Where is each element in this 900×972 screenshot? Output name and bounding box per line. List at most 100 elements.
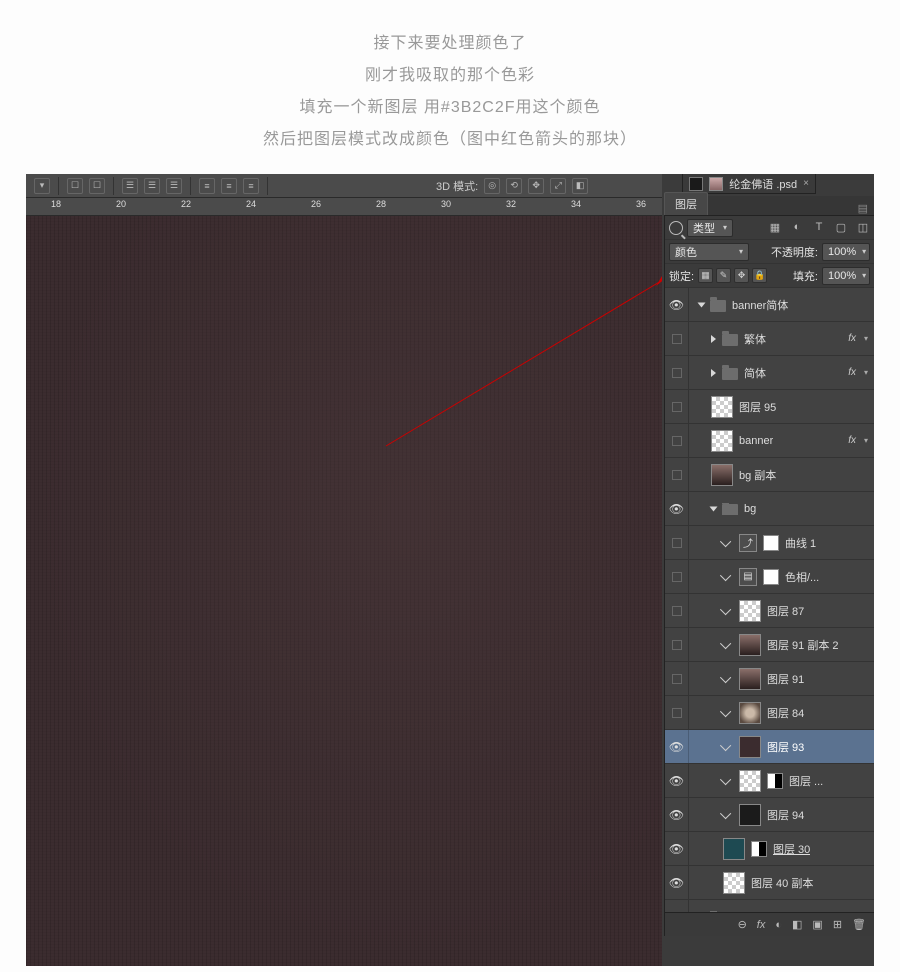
visibility-toggle[interactable] bbox=[665, 900, 689, 912]
filter-type-icon[interactable]: T bbox=[812, 221, 826, 234]
visibility-toggle[interactable] bbox=[665, 424, 689, 457]
visibility-toggle[interactable] bbox=[665, 390, 689, 423]
chevron-down-icon[interactable]: ▾ bbox=[864, 368, 868, 377]
layer-name[interactable]: 图层 91 副本 2 bbox=[767, 637, 839, 653]
layer-name[interactable]: 图层 30 bbox=[773, 841, 810, 857]
disclosure-triangle-icon[interactable] bbox=[710, 506, 718, 511]
layer-row[interactable]: 图层 91 副本 2 bbox=[665, 628, 874, 662]
layer-name[interactable]: 简体 bbox=[744, 365, 766, 381]
layer-thumbnail[interactable] bbox=[739, 804, 761, 826]
opt-icon-2[interactable]: ☐ bbox=[89, 178, 105, 194]
layer-row[interactable]: 👁 图层 93 bbox=[665, 730, 874, 764]
disclosure-triangle-icon[interactable] bbox=[711, 335, 716, 343]
filter-shape-icon[interactable]: ▢ bbox=[834, 221, 848, 234]
trash-icon[interactable]: 🗑 bbox=[852, 918, 866, 931]
layer-mask-thumb[interactable] bbox=[767, 773, 783, 789]
panel-menu-icon[interactable]: ▤ bbox=[858, 202, 874, 215]
layer-row[interactable]: ▤色相/... bbox=[665, 560, 874, 594]
layer-row[interactable]: 👁图层 30 bbox=[665, 832, 874, 866]
visibility-toggle[interactable] bbox=[665, 696, 689, 729]
fx-badge[interactable]: fx bbox=[848, 333, 856, 344]
visibility-toggle[interactable]: 👁 bbox=[665, 492, 689, 525]
disclosure-triangle-icon[interactable] bbox=[698, 302, 706, 307]
layer-name[interactable]: 色相/... bbox=[785, 569, 819, 585]
dist-3-icon[interactable]: ≡ bbox=[243, 178, 259, 194]
chevron-down-icon[interactable]: ▾ bbox=[864, 436, 868, 445]
visibility-toggle[interactable]: 👁 bbox=[665, 866, 689, 899]
visibility-toggle[interactable] bbox=[665, 560, 689, 593]
layer-thumbnail[interactable] bbox=[739, 702, 761, 724]
layer-name[interactable]: bg bbox=[744, 503, 756, 515]
disclosure-triangle-icon[interactable] bbox=[711, 369, 716, 377]
search-icon[interactable] bbox=[669, 221, 683, 235]
lock-transparent-icon[interactable]: ▦ bbox=[698, 268, 713, 283]
visibility-toggle[interactable] bbox=[665, 526, 689, 559]
layer-row[interactable]: 图层 87 bbox=[665, 594, 874, 628]
layer-row[interactable]: 图层 95 bbox=[665, 390, 874, 424]
visibility-toggle[interactable]: 👁 bbox=[665, 730, 689, 763]
3d-icon-2[interactable]: ⟲ bbox=[506, 178, 522, 194]
layer-thumbnail[interactable] bbox=[723, 838, 745, 860]
layer-name[interactable]: 图层 ... bbox=[789, 773, 823, 789]
layer-name[interactable]: 图层 91 bbox=[767, 671, 804, 687]
layer-row[interactable]: 👁 bg bbox=[665, 492, 874, 526]
layer-name[interactable]: 图层 93 bbox=[767, 739, 804, 755]
layer-thumbnail[interactable] bbox=[739, 600, 761, 622]
layer-name[interactable]: 图层 40 副本 bbox=[751, 875, 813, 891]
layer-thumbnail[interactable] bbox=[711, 464, 733, 486]
layer-mask-thumb[interactable] bbox=[763, 569, 779, 585]
tool-preset-icon[interactable]: ▾ bbox=[34, 178, 50, 194]
layer-row[interactable]: 👁banner简体 bbox=[665, 288, 874, 322]
canvas[interactable] bbox=[26, 216, 662, 966]
layer-name[interactable]: banner bbox=[739, 435, 773, 447]
layer-name[interactable]: 图层 94 bbox=[767, 807, 804, 823]
layer-row[interactable]: ⤴曲线 1 bbox=[665, 526, 874, 560]
visibility-toggle[interactable] bbox=[665, 662, 689, 695]
link-layers-icon[interactable]: ⊖ bbox=[738, 918, 747, 931]
layer-row[interactable]: 图层 84 bbox=[665, 696, 874, 730]
fill-field[interactable]: 100% ▾ bbox=[822, 267, 870, 285]
visibility-toggle[interactable] bbox=[665, 356, 689, 389]
layer-row[interactable]: bannerfx▾ bbox=[665, 424, 874, 458]
layer-mask-thumb[interactable] bbox=[763, 535, 779, 551]
align-left-icon[interactable]: ☰ bbox=[122, 178, 138, 194]
layer-thumbnail[interactable] bbox=[723, 872, 745, 894]
layer-name[interactable]: 曲线 1 bbox=[785, 535, 816, 551]
chevron-down-icon[interactable]: ▾ bbox=[864, 334, 868, 343]
3d-icon-5[interactable]: ◧ bbox=[572, 178, 588, 194]
new-group-icon[interactable]: ▣ bbox=[812, 918, 822, 931]
layer-name[interactable]: 繁体 bbox=[744, 331, 766, 347]
opt-icon-1[interactable]: ☐ bbox=[67, 178, 83, 194]
align-center-icon[interactable]: ☰ bbox=[144, 178, 160, 194]
layer-name[interactable]: bg 副本 bbox=[739, 467, 776, 483]
layer-thumbnail[interactable] bbox=[711, 430, 733, 452]
dist-2-icon[interactable]: ≡ bbox=[221, 178, 237, 194]
visibility-toggle[interactable]: 👁 bbox=[665, 764, 689, 797]
3d-icon-1[interactable]: ◎ bbox=[484, 178, 500, 194]
visibility-toggle[interactable]: 👁 bbox=[665, 798, 689, 831]
new-layer-icon[interactable]: ⊞ bbox=[833, 918, 842, 931]
new-adjustment-icon[interactable]: ◧ bbox=[792, 918, 802, 931]
visibility-toggle[interactable] bbox=[665, 594, 689, 627]
lock-pixels-icon[interactable]: ✎ bbox=[716, 268, 731, 283]
tab-layers[interactable]: 图层 bbox=[664, 192, 708, 215]
opacity-field[interactable]: 100% ▾ bbox=[822, 243, 870, 261]
filter-adjust-icon[interactable]: ◐ bbox=[790, 221, 804, 234]
visibility-toggle[interactable] bbox=[665, 628, 689, 661]
layer-name[interactable]: 图层 95 bbox=[739, 399, 776, 415]
dist-1-icon[interactable]: ≡ bbox=[199, 178, 215, 194]
layer-thumbnail[interactable] bbox=[739, 634, 761, 656]
layer-row[interactable]: bg 副本 bbox=[665, 458, 874, 492]
visibility-toggle[interactable]: 👁 bbox=[665, 288, 689, 321]
document-tab[interactable]: 纶金佛语 .psd × bbox=[682, 174, 816, 194]
layer-thumbnail[interactable] bbox=[739, 770, 761, 792]
layer-row[interactable]: 👁 图层 40 副本 bbox=[665, 866, 874, 900]
fx-badge[interactable]: fx bbox=[848, 367, 856, 378]
layer-row[interactable]: 简体 fx ▾ bbox=[665, 356, 874, 390]
layer-thumbnail[interactable] bbox=[711, 396, 733, 418]
layer-row[interactable]: 图层 91 bbox=[665, 662, 874, 696]
layer-name[interactable]: 图层 84 bbox=[767, 705, 804, 721]
layer-row[interactable]: 👁 图层 94 bbox=[665, 798, 874, 832]
visibility-toggle[interactable] bbox=[665, 458, 689, 491]
layer-row[interactable]: 1 bbox=[665, 900, 874, 912]
